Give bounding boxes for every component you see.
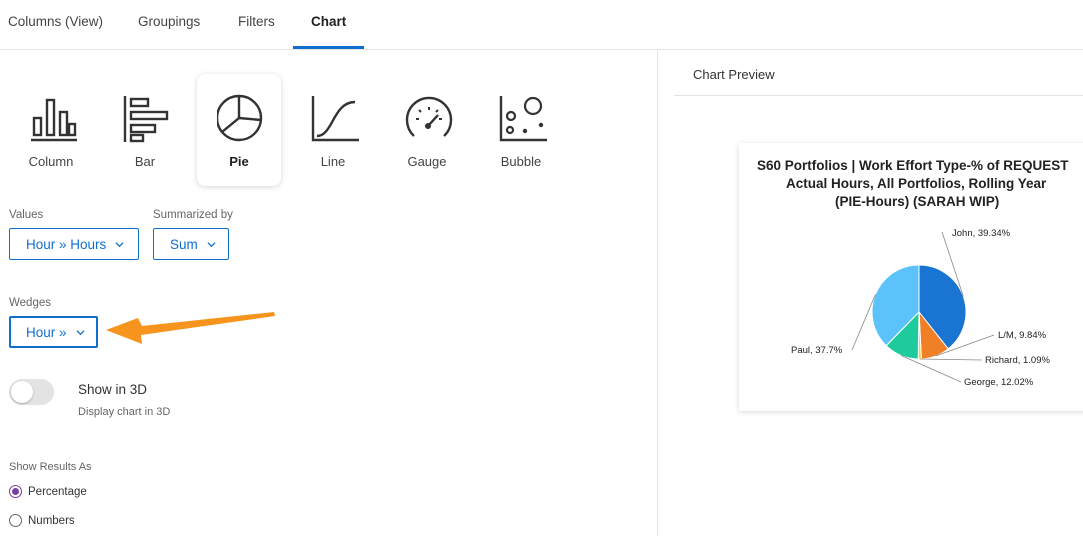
pie-slice-label: George, 12.02% bbox=[964, 377, 1034, 388]
tab-groupings[interactable]: Groupings bbox=[138, 0, 200, 50]
panel-divider bbox=[657, 50, 658, 536]
chart-preview-title: Chart Preview bbox=[693, 67, 775, 82]
chart-type-label: Column bbox=[28, 154, 74, 169]
chart-type-line[interactable]: Line bbox=[291, 74, 375, 186]
summarized-by-value: Sum bbox=[170, 236, 198, 252]
chart-type-label: Gauge bbox=[407, 154, 447, 169]
chart-title-line: (PIE-Hours) (SARAH WIP) bbox=[835, 194, 1000, 209]
active-tab-indicator bbox=[293, 46, 364, 49]
show-3d-toggle[interactable] bbox=[9, 379, 54, 405]
summarized-by-dropdown[interactable]: Sum bbox=[153, 228, 229, 260]
pie-slice-label: L/M, 9.84% bbox=[998, 330, 1047, 341]
radio-numbers-label: Numbers bbox=[28, 514, 75, 527]
pie-chart-icon bbox=[217, 94, 263, 142]
bubble-chart-icon bbox=[499, 96, 547, 142]
chevron-down-icon bbox=[75, 329, 85, 335]
pie-slice-label: John, 39.34% bbox=[952, 228, 1011, 239]
chart-type-bar[interactable]: Bar bbox=[103, 74, 187, 186]
chart-type-pie[interactable]: Pie bbox=[197, 74, 281, 186]
chart-type-bubble[interactable]: Bubble bbox=[479, 74, 563, 186]
chart-type-label: Bubble bbox=[500, 154, 542, 169]
bar-chart-icon bbox=[123, 96, 169, 143]
toggle-knob bbox=[11, 381, 33, 403]
radio-button[interactable] bbox=[9, 485, 22, 498]
wedges-label: Wedges bbox=[9, 297, 51, 309]
chart-type-label: Pie bbox=[229, 154, 249, 169]
radio-percentage-label: Percentage bbox=[28, 485, 87, 498]
radio-button[interactable] bbox=[9, 514, 22, 527]
pie-slice-label: Paul, 37.7% bbox=[791, 345, 843, 356]
preview-divider bbox=[674, 95, 1083, 96]
column-chart-icon bbox=[31, 98, 77, 142]
pie-slice-label: Richard, 1.09% bbox=[985, 355, 1051, 366]
values-dropdown-value: Hour » Hours bbox=[26, 236, 107, 252]
chevron-down-icon bbox=[115, 241, 124, 247]
annotation-arrow bbox=[106, 312, 275, 344]
chart-type-label: Bar bbox=[134, 154, 156, 169]
radio-numbers[interactable]: Numbers bbox=[9, 514, 75, 527]
chevron-down-icon bbox=[207, 241, 216, 247]
chart-title-line: Actual Hours, All Portfolios, Rolling Ye… bbox=[786, 176, 1047, 191]
tab-columns-view[interactable]: Columns (View) bbox=[8, 0, 103, 50]
pie-label-connector bbox=[851, 294, 876, 351]
tab-bar: Columns (View) Groupings Filters Chart bbox=[0, 0, 1083, 50]
chart-type-column[interactable]: Column bbox=[9, 74, 93, 186]
chart-type-label: Line bbox=[320, 154, 346, 169]
show-3d-title: Show in 3D bbox=[78, 382, 148, 397]
line-chart-icon bbox=[311, 96, 359, 142]
wedges-dropdown[interactable]: Hour » bbox=[9, 316, 98, 348]
wedges-dropdown-value: Hour » bbox=[26, 324, 67, 340]
values-dropdown[interactable]: Hour » Hours bbox=[9, 228, 139, 260]
tab-filters[interactable]: Filters bbox=[238, 0, 275, 50]
show-results-label: Show Results As bbox=[9, 461, 92, 473]
summarized-by-label: Summarized by bbox=[153, 209, 233, 221]
tab-chart[interactable]: Chart bbox=[311, 0, 346, 50]
show-3d-subtitle: Display chart in 3D bbox=[78, 406, 171, 418]
chart-title-line: S60 Portfolios | Work Effort Type-% of R… bbox=[757, 158, 1069, 173]
chart-type-gauge[interactable]: Gauge bbox=[385, 74, 469, 186]
radio-percentage[interactable]: Percentage bbox=[9, 485, 87, 498]
pie-label-connector bbox=[919, 358, 983, 361]
gauge-chart-icon bbox=[405, 96, 453, 137]
pie-chart: John, 39.34% L/M, 9.84% Richard, 1.09% Geor… bbox=[791, 228, 1051, 388]
values-label: Values bbox=[9, 209, 44, 221]
